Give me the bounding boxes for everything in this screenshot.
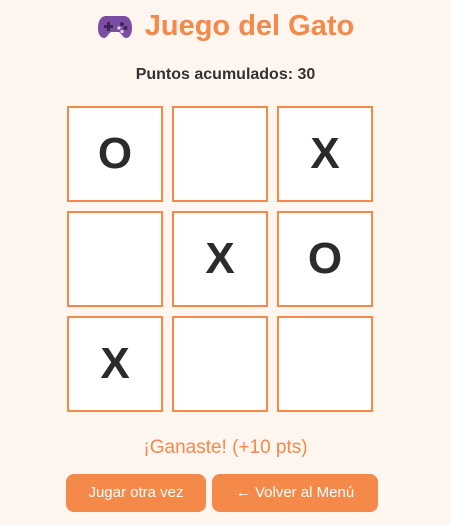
header: Juego del Gato (0, 6, 451, 46)
board-cell-6[interactable]: O (277, 211, 373, 307)
board-cell-3[interactable]: X (277, 106, 373, 202)
back-to-menu-button[interactable]: ← Volver al Menú (212, 474, 378, 512)
game-board: O X X O X (67, 106, 377, 416)
board-cell-9[interactable] (277, 316, 373, 412)
score-label: Puntos acumulados: 30 (135, 66, 316, 83)
board-cell-4[interactable] (67, 211, 163, 307)
board-cell-8[interactable] (172, 316, 268, 412)
game-status: ¡Ganaste! (+10 pts) (143, 437, 308, 458)
gamepad-icon (97, 16, 132, 38)
board-cell-7[interactable]: X (67, 316, 163, 412)
board-cell-5[interactable]: X (172, 211, 268, 307)
board-cell-2[interactable] (172, 106, 268, 202)
play-again-button[interactable]: Jugar otra vez (66, 474, 206, 512)
board-cell-1[interactable]: O (67, 106, 163, 202)
page-title: Juego del Gato (144, 10, 355, 42)
